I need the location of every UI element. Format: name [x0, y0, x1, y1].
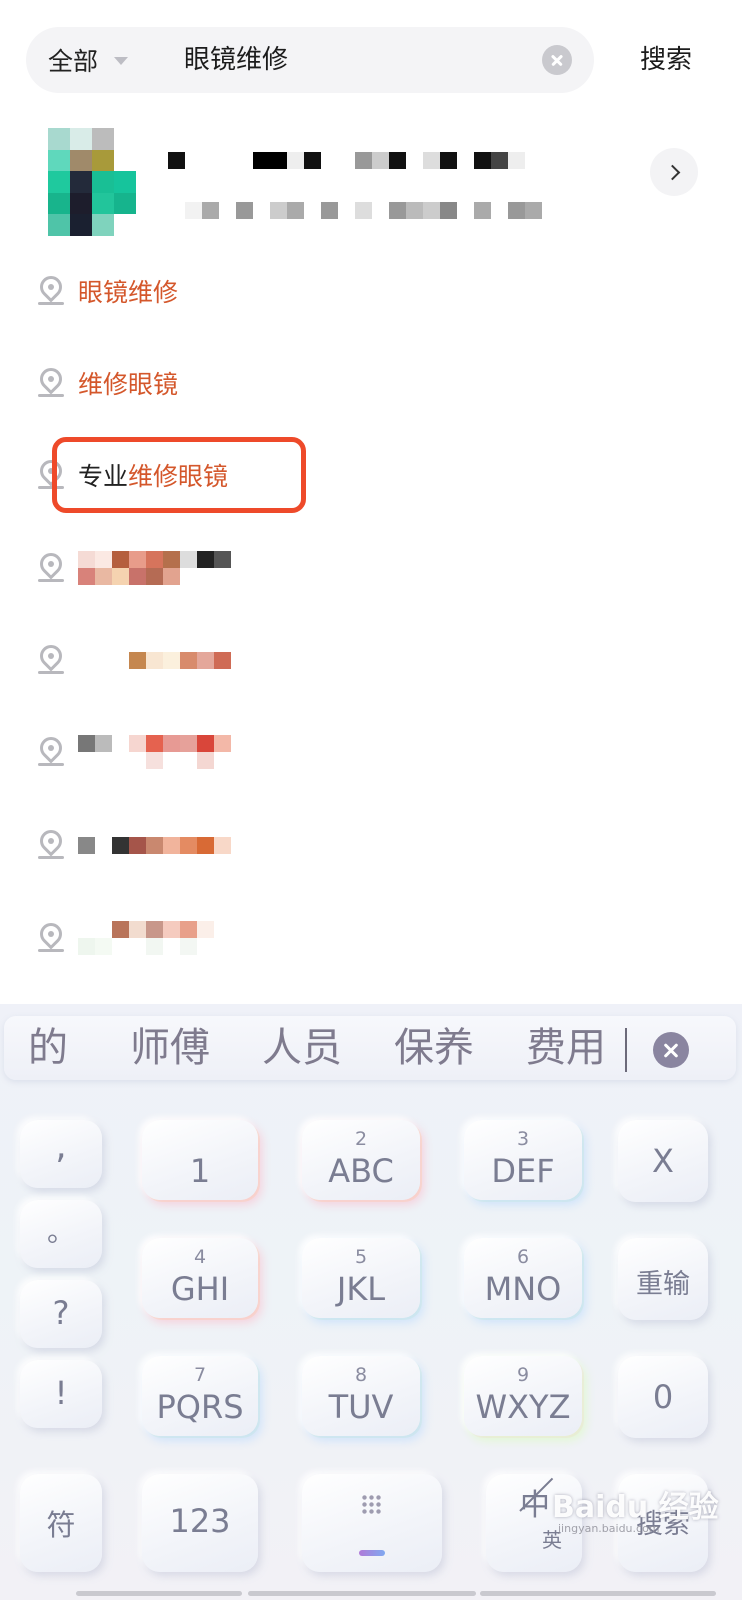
close-candidates-icon[interactable] [653, 1032, 689, 1068]
search-input[interactable]: 眼镜维修 [184, 27, 288, 93]
suggestion-item-redacted[interactable] [35, 724, 698, 780]
clear-icon[interactable] [542, 45, 572, 75]
location-pin-icon [35, 363, 67, 398]
reset-key[interactable]: 重输 [618, 1238, 708, 1320]
key-7-pqrs[interactable]: 7 PQRS [142, 1356, 258, 1436]
punct-key-comma[interactable]: , [20, 1120, 102, 1188]
suggestion-item-redacted[interactable] [35, 910, 698, 966]
key-2-abc[interactable]: 2 ABC [302, 1120, 420, 1200]
key-4-ghi[interactable]: 4 GHI [142, 1238, 258, 1318]
result-thumbnail [48, 128, 136, 236]
candidate-word[interactable]: 人员 [262, 1016, 342, 1080]
redacted-text [78, 551, 231, 585]
watermark-logo: Baidu 经验 jingyan.baidu.com [552, 1490, 719, 1535]
key-9-wxyz[interactable]: 9 WXYZ [464, 1356, 582, 1436]
candidate-word[interactable]: 保养 [394, 1016, 474, 1080]
space-indicator [359, 1550, 385, 1556]
location-pin-icon [35, 640, 67, 675]
chevron-right-icon[interactable] [650, 148, 698, 196]
scope-label: 全部 [48, 47, 99, 76]
suggestion-item-redacted[interactable] [35, 632, 698, 688]
candidate-word[interactable]: 的 [28, 1016, 68, 1080]
key-3-def[interactable]: 3 DEF [464, 1120, 582, 1200]
key-5-jkl[interactable]: 5 JKL [302, 1238, 420, 1318]
suggestion-item[interactable]: 维修眼镜 [35, 355, 698, 411]
annotation-highlight-box [52, 437, 306, 513]
redacted-text [78, 735, 231, 769]
punct-key-period[interactable]: 。 [20, 1200, 102, 1268]
punct-key-question[interactable]: ? [20, 1280, 102, 1348]
redacted-text [78, 836, 231, 854]
key-1[interactable]: 1 [142, 1120, 258, 1200]
caret-down-icon [114, 57, 129, 65]
location-pin-icon [35, 825, 67, 860]
zero-key[interactable]: 0 [618, 1356, 708, 1438]
home-indicator [248, 1591, 476, 1596]
symbol-key[interactable]: 符 [20, 1474, 102, 1572]
home-indicator [480, 1591, 716, 1596]
suggestion-label: 维修眼镜 [78, 370, 179, 399]
candidate-word[interactable]: 师傅 [130, 1016, 210, 1080]
search-bar[interactable]: 全部 眼镜维修 [26, 27, 594, 93]
punct-key-exclaim[interactable]: ! [20, 1360, 102, 1428]
delete-key[interactable]: X [618, 1120, 708, 1202]
search-button[interactable]: 搜索 [640, 27, 692, 93]
location-pin-icon [35, 732, 67, 767]
scope-dropdown[interactable]: 全部 [48, 27, 129, 93]
key-6-mno[interactable]: 6 MNO [464, 1238, 582, 1318]
suggestion-item[interactable]: 眼镜维修 [35, 263, 698, 319]
space-key[interactable] [302, 1474, 442, 1572]
redacted-text [78, 651, 231, 669]
top-result-card[interactable] [48, 128, 708, 240]
screen: 全部 眼镜维修 搜索 眼镜维修 维修眼镜 专业维修眼镜 的 师傅 人员 保养 费… [0, 0, 742, 1600]
result-subtitle-redacted [168, 202, 542, 219]
candidate-word[interactable]: 费用 [526, 1016, 606, 1080]
location-pin-icon [35, 918, 67, 953]
location-pin-icon [35, 271, 67, 306]
key-8-tuv[interactable]: 8 TUV [302, 1356, 420, 1436]
suggestion-item-redacted[interactable] [35, 540, 698, 596]
result-title-redacted [168, 152, 525, 169]
suggestion-item-redacted[interactable] [35, 817, 698, 873]
redacted-text [78, 921, 231, 955]
location-pin-icon [35, 548, 67, 583]
text-cursor [625, 1028, 627, 1072]
candidate-bar: 的 师傅 人员 保养 费用 [4, 1016, 736, 1080]
numeric-key[interactable]: 123 [142, 1474, 258, 1572]
home-indicator [76, 1591, 242, 1596]
voice-dots-icon [361, 1494, 383, 1516]
suggestion-label: 眼镜维修 [78, 278, 179, 307]
